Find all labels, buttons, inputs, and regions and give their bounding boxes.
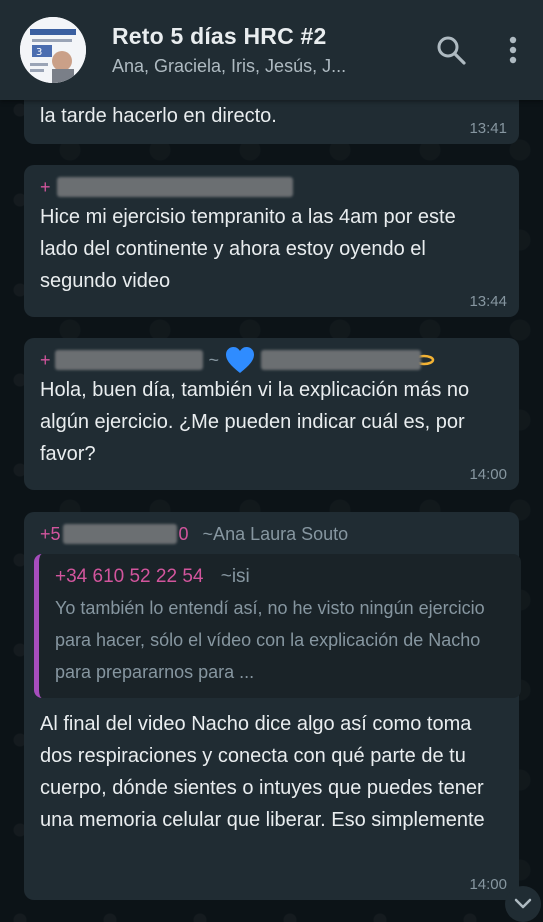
more-vertical-icon xyxy=(509,36,517,64)
message-text: Al final del video Nacho dice algo así c… xyxy=(40,713,485,831)
search-button[interactable] xyxy=(431,30,471,70)
chevron-down-icon xyxy=(514,898,532,909)
chat-info[interactable]: Reto 5 días HRC #2 Ana, Graciela, Iris, … xyxy=(112,22,431,78)
redacted-sender xyxy=(56,177,293,197)
quote-sender-phone: +34 610 52 22 54 xyxy=(55,566,204,587)
scroll-to-bottom-button[interactable] xyxy=(505,886,541,922)
quote-header: +34 610 52 22 54 ~isi xyxy=(55,562,507,592)
blue-heart-icon xyxy=(225,346,255,374)
sender-line: + xyxy=(40,173,503,201)
message-time: 13:44 xyxy=(469,293,507,310)
svg-text:3: 3 xyxy=(36,47,42,58)
message-time: 13:41 xyxy=(469,120,507,137)
sender-phone[interactable]: + xyxy=(40,344,51,376)
search-icon xyxy=(437,36,466,65)
chat-header: 3 Reto 5 días HRC #2 Ana, Graciela, Iris… xyxy=(0,0,543,100)
chat-members: Ana, Graciela, Iris, Jesús, J... xyxy=(112,56,347,76)
sender-name: ~ xyxy=(208,350,220,370)
quoted-message[interactable]: +34 610 52 22 54 ~isi Yo también lo ente… xyxy=(34,554,521,698)
redacted-sender xyxy=(54,350,203,370)
message-text: Hice mi ejercisio tempranito a las 4am p… xyxy=(40,206,456,292)
message-bubble[interactable]: + Hice mi ejercisio tempranito a las 4am… xyxy=(24,165,519,317)
group-avatar[interactable]: 3 xyxy=(20,17,86,83)
redacted-sender xyxy=(62,524,177,544)
sender-phone[interactable]: +5 xyxy=(40,518,61,550)
message-text: Hola, buen día, también vi la explicació… xyxy=(40,379,470,465)
message-bubble[interactable]: +5 0 ~Ana Laura Souto +34 610 52 22 54 ~… xyxy=(24,512,521,900)
message-text: la tarde hacerlo en directo. xyxy=(40,105,277,127)
sender-line: + ~ xyxy=(40,346,503,374)
group-avatar-icon: 3 xyxy=(20,17,86,83)
sender-phone-suffix: 0 xyxy=(178,524,189,544)
sender-phone[interactable]: + xyxy=(40,171,51,203)
sender-line: +5 0 ~Ana Laura Souto xyxy=(40,520,503,548)
message-time: 14:00 xyxy=(469,876,507,893)
menu-button[interactable] xyxy=(493,30,533,70)
quote-sender-name: ~isi xyxy=(220,566,250,587)
message-bubble[interactable]: + ~ Hola, buen día, también vi la explic… xyxy=(24,338,519,490)
message-time: 14:00 xyxy=(469,466,507,483)
quote-text: Yo también lo entendí así, no he visto n… xyxy=(55,598,485,682)
sender-name: ~Ana Laura Souto xyxy=(202,524,349,544)
redacted-sender-name xyxy=(261,350,422,370)
chat-title: Reto 5 días HRC #2 xyxy=(112,23,327,49)
